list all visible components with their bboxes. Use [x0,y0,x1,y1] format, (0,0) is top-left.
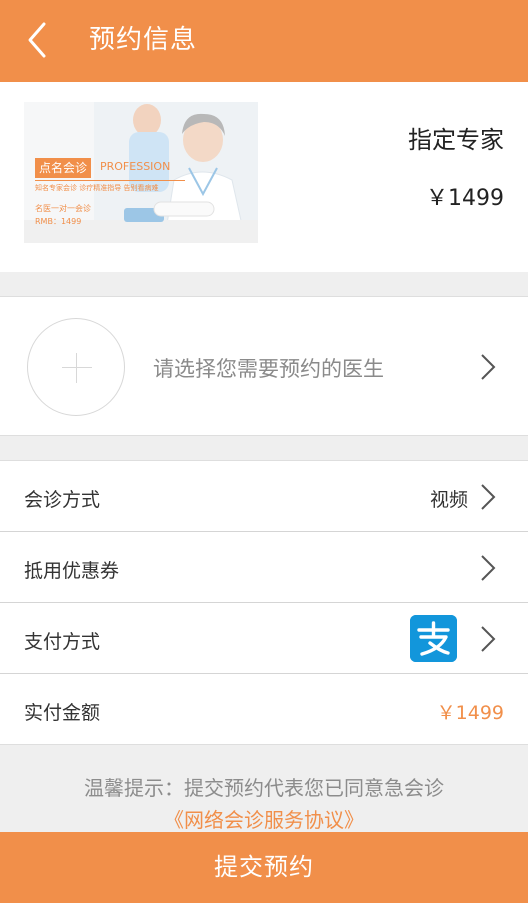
page-title: 预约信息 [89,25,198,55]
chevron-right-icon [481,484,496,510]
payment-method-row[interactable]: 支付方式 [0,603,528,674]
add-doctor-avatar[interactable] [27,318,125,416]
banner-divider [35,180,185,181]
chevron-left-icon [28,22,46,58]
alipay-glyph [410,615,457,662]
chevron-right-icon [481,354,496,380]
product-name: 指定专家 [408,126,504,154]
chevron-right-icon [481,626,496,652]
select-doctor-row[interactable]: 请选择您需要预约的医生 [0,296,528,436]
service-agreement-link[interactable]: 《网络会诊服务协议》 [0,804,528,833]
consult-method-row[interactable]: 会诊方式 视频 [0,461,528,532]
chevron-right-icon [481,555,496,581]
back-button[interactable] [22,18,62,62]
banner-badge-en: PROFESSION [100,160,171,173]
select-doctor-placeholder: 请选择您需要预约的医生 [153,357,384,381]
app-header: 预约信息 [0,0,528,82]
tip-text: 温馨提示：提交预约代表您已同意急会诊 [84,776,444,800]
coupon-row[interactable]: 抵用优惠券 [0,532,528,603]
submit-button[interactable]: 提交预约 [0,832,528,903]
banner-subline: 知名专家会诊 诊疗精准指导 告别看病难 [35,184,159,192]
banner-badge: 点名会诊 [35,158,92,178]
consult-method-label: 会诊方式 [24,489,101,511]
product-price: ￥1499 [426,186,504,211]
consult-method-value: 视频 [429,489,468,511]
alipay-icon [410,615,457,662]
plus-icon-h [62,367,92,368]
amount-row: 实付金额 ￥1499 [0,674,528,745]
banner-line-1: 名医一对一会诊 [35,204,91,213]
plus-icon-v [76,353,77,383]
options-list: 会诊方式 视频 抵用优惠券 支付方式 实付金额 ￥1499 [0,460,528,745]
banner-line-2: RMB：1499 [35,217,82,226]
product-banner-image: 点名会诊 PROFESSION 知名专家会诊 诊疗精准指导 告别看病难 名医一对… [24,102,258,243]
coupon-label: 抵用优惠券 [24,560,120,582]
product-card: 点名会诊 PROFESSION 知名专家会诊 诊疗精准指导 告别看病难 名医一对… [0,82,528,272]
amount-label: 实付金额 [24,702,101,724]
amount-value: ￥1499 [436,702,504,724]
payment-method-label: 支付方式 [24,631,101,653]
